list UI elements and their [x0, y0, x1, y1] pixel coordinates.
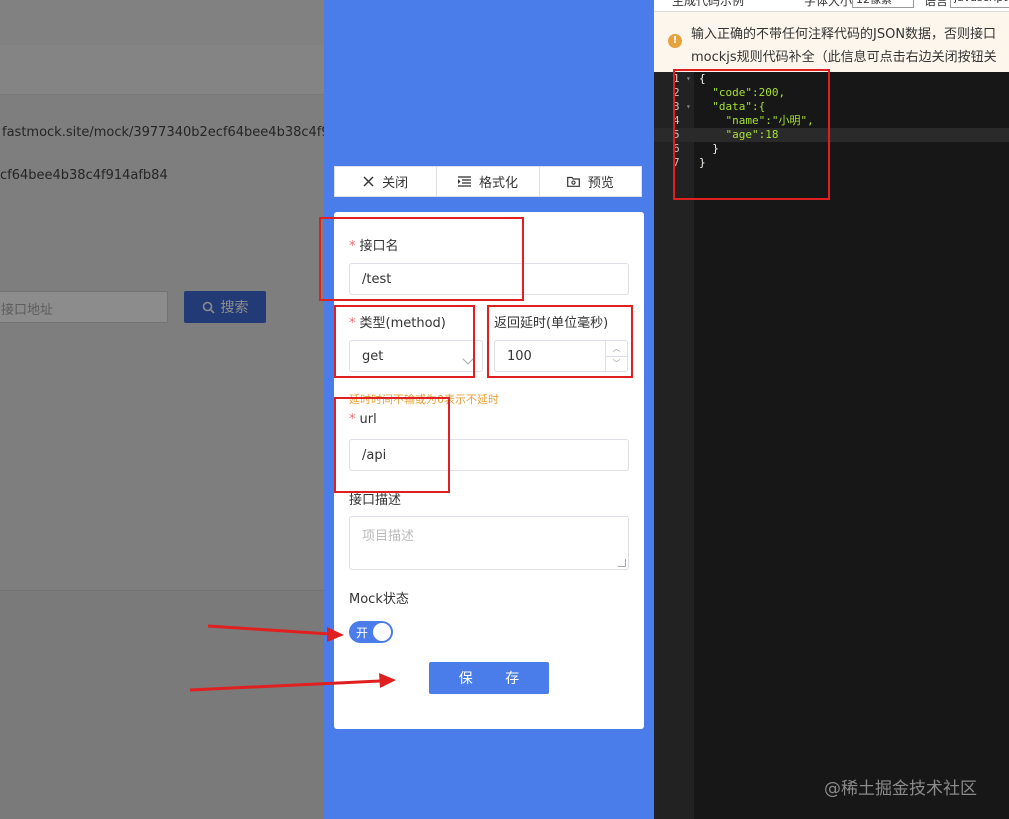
editor-top-bar: 生成代码示例 字体大小 12像素 语言 javascript	[654, 0, 1009, 12]
font-size-label: 字体大小	[804, 0, 853, 8]
notice-line-2: mockjs规则代码补全（此信息可点击右边关闭按钮关	[691, 50, 997, 65]
editor-tab-example[interactable]: 生成代码示例	[672, 0, 744, 9]
warning-icon: !	[668, 34, 682, 48]
arrow-to-save	[189, 673, 396, 692]
notice-line-1: 输入正确的不带任何注释代码的JSON数据，否则接口	[691, 27, 997, 42]
watermark: @稀土掘金技术社区	[824, 779, 977, 799]
arrow-to-switch	[207, 624, 344, 642]
highlight-box-json	[673, 69, 830, 200]
language-select[interactable]: javascript	[950, 0, 1009, 8]
font-size-select[interactable]: 12像素	[852, 0, 914, 8]
language-label: 语言	[924, 0, 949, 8]
json-notice: ! 输入正确的不带任何注释代码的JSON数据，否则接口 mockjs规则代码补全…	[654, 12, 1009, 72]
